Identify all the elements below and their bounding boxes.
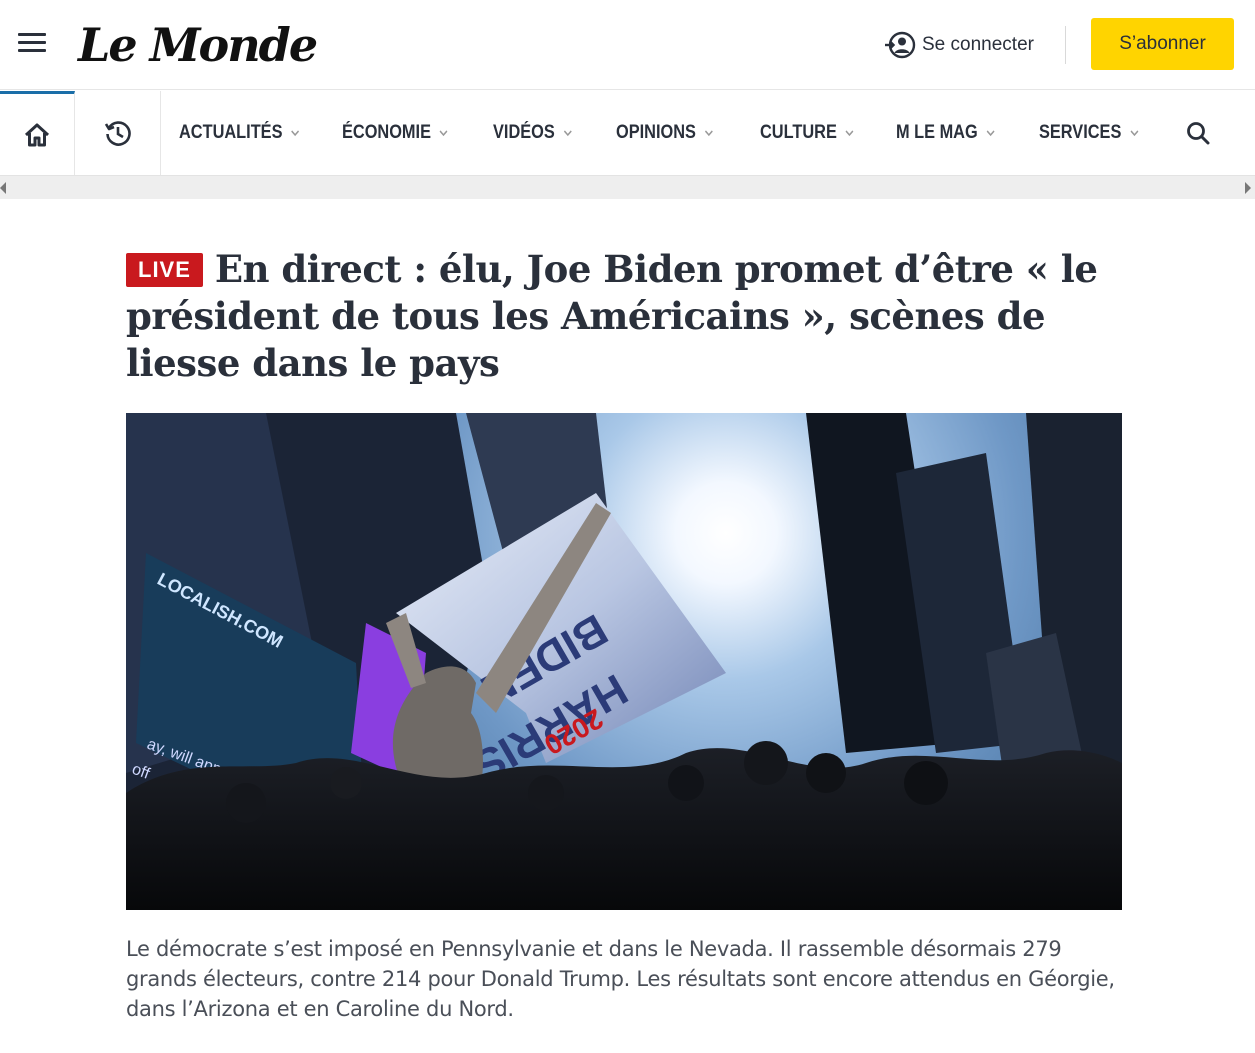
nav-item-opinions[interactable]: OPINIONS <box>616 122 729 144</box>
nav-item-culture[interactable]: CULTURE <box>760 122 866 144</box>
home-icon <box>24 123 50 146</box>
scroll-left-arrow-icon[interactable] <box>0 182 6 194</box>
nav-item-label: ÉCONOMIE <box>342 122 431 143</box>
search-icon <box>1187 122 1210 145</box>
scroll-right-arrow-icon[interactable] <box>1245 182 1251 194</box>
hero-photo: BIDEN HARRIS 2020 LOCALISH.COM ay, will … <box>126 413 1122 910</box>
nav-scrollbar[interactable] <box>0 175 1255 199</box>
chevron-down-icon <box>1130 130 1139 137</box>
nav-items: ACTUALITÉS ÉCONOMIE VIDÉOS OPINIONS CULT… <box>161 91 1164 175</box>
hamburger-icon[interactable] <box>18 33 46 55</box>
search-button[interactable] <box>1180 117 1216 149</box>
chevron-down-icon <box>563 130 572 137</box>
chevron-down-icon <box>704 130 713 137</box>
article-title: LIVE En direct : élu, Joe Biden promet d’… <box>126 246 1106 387</box>
article-standfirst: Le démocrate s’est imposé en Pennsylvani… <box>126 937 1115 1021</box>
login-button[interactable]: Se connecter <box>884 30 1034 60</box>
header-divider <box>1065 26 1066 64</box>
history-icon <box>104 121 131 146</box>
chevron-down-icon <box>439 130 448 137</box>
nav-item-label: SERVICES <box>1039 122 1122 143</box>
live-badge: LIVE <box>126 253 203 287</box>
login-label: Se connecter <box>922 34 1034 55</box>
nav-item-label: M LE MAG <box>896 122 978 143</box>
nav-item-economie[interactable]: ÉCONOMIE <box>342 122 461 144</box>
user-login-icon <box>885 31 916 59</box>
nav-item-label: ACTUALITÉS <box>179 122 283 143</box>
chevron-down-icon <box>845 130 854 137</box>
subscribe-button[interactable]: S’abonner <box>1091 18 1234 70</box>
nav-item-m-le-mag[interactable]: M LE MAG <box>896 122 1008 144</box>
chevron-down-icon <box>291 130 300 137</box>
top-header: Le Monde Se connecter S’abonner <box>0 0 1255 90</box>
nav-item-actualites[interactable]: ACTUALITÉS <box>179 122 308 144</box>
nav-home[interactable] <box>0 91 75 175</box>
nav-item-videos[interactable]: VIDÉOS <box>493 122 588 144</box>
hero-image[interactable]: BIDEN HARRIS 2020 LOCALISH.COM ay, will … <box>126 413 1122 910</box>
main-nav: ACTUALITÉS ÉCONOMIE VIDÉOS OPINIONS CULT… <box>0 91 1255 175</box>
nav-history[interactable] <box>76 91 161 175</box>
nav-item-label: CULTURE <box>760 122 837 143</box>
site-logo[interactable]: Le Monde <box>78 16 318 74</box>
article-title-text: En direct : élu, Joe Biden promet d’être… <box>126 247 1098 385</box>
nav-item-label: OPINIONS <box>616 122 696 143</box>
nav-item-label: VIDÉOS <box>493 122 555 143</box>
nav-item-services[interactable]: SERVICES <box>1039 122 1147 144</box>
chevron-down-icon <box>986 130 995 137</box>
